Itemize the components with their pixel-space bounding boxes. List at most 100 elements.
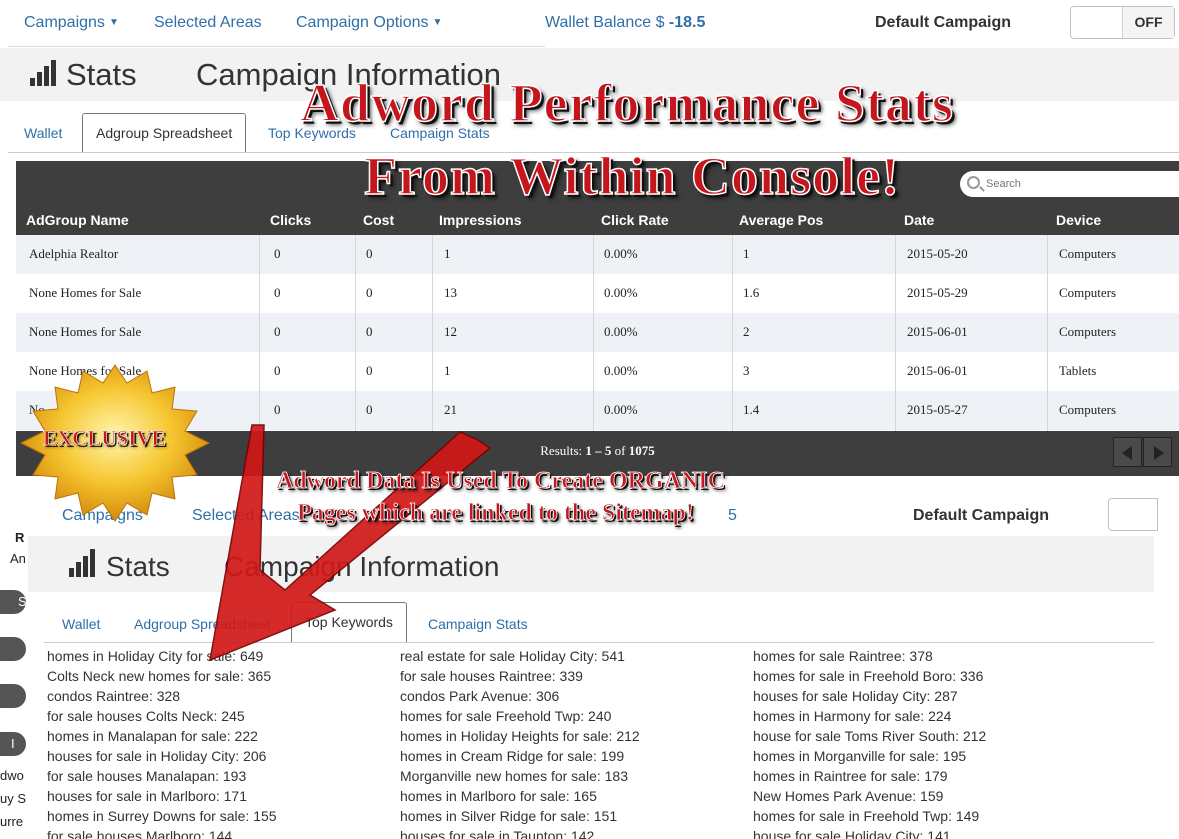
exclusive-badge-label: EXCLUSIVE bbox=[43, 426, 166, 451]
table-cell: 0 bbox=[274, 324, 281, 339]
table-cell: Tablets bbox=[1059, 363, 1097, 378]
table-row[interactable]: None Homes for Sale 0 0 13 0.00% 1.6 2015-05-2… bbox=[16, 274, 1179, 313]
table-cell: 1 bbox=[743, 246, 750, 261]
sidebar-button[interactable]: I bbox=[0, 732, 26, 756]
table-row[interactable]: Adelphia Realtor 0 0 1 0.00% 1 2015-05-20 Compu… bbox=[16, 235, 1179, 274]
campaign-toggle[interactable] bbox=[1108, 498, 1158, 531]
table-cell: 0 bbox=[274, 246, 281, 261]
table-cell: 0 bbox=[366, 246, 373, 261]
table-cell: Computers bbox=[1059, 324, 1117, 339]
keyword-item: homes in Morganville for sale: 195 bbox=[753, 748, 967, 764]
table-cell: 1 bbox=[444, 363, 451, 378]
sidebar-button[interactable] bbox=[0, 637, 26, 661]
table-cell: 1 bbox=[444, 246, 451, 261]
keyword-item: homes in Cream Ridge for sale: 199 bbox=[400, 748, 625, 764]
keyword-item: for sale houses Marlboro: 144 bbox=[47, 828, 233, 839]
column-divider bbox=[259, 235, 260, 431]
keyword-item: homes in Raintree for sale: 179 bbox=[753, 768, 948, 784]
prev-page-button[interactable] bbox=[1113, 437, 1142, 467]
table-cell: None Homes for Sale bbox=[29, 324, 142, 339]
keyword-item: homes in Marlboro for sale: 165 bbox=[400, 788, 597, 804]
keyword-item: homes for sale Freehold Twp: 240 bbox=[400, 708, 612, 724]
table-row[interactable]: None Homes for Sale 0 0 12 0.00% 2 2015-06-01 C… bbox=[16, 313, 1179, 352]
column-cost[interactable]: Cost bbox=[363, 212, 394, 228]
campaign-toggle[interactable]: OFF bbox=[1070, 6, 1175, 39]
table-cell: 2015-05-20 bbox=[907, 246, 968, 261]
stats-title: Stats bbox=[66, 57, 137, 92]
keyword-item: houses for sale in Holiday City: 206 bbox=[47, 748, 267, 764]
column-adgroup-name[interactable]: AdGroup Name bbox=[26, 212, 129, 228]
table-cell: 12 bbox=[444, 324, 457, 339]
column-divider bbox=[355, 235, 356, 431]
table-cell: 2 bbox=[743, 324, 750, 339]
column-date[interactable]: Date bbox=[904, 212, 934, 228]
wallet-balance-partial: 5 bbox=[728, 507, 737, 524]
keyword-item: homes in Harmony for sale: 224 bbox=[753, 708, 952, 724]
nav-selected-areas[interactable]: Selected Areas bbox=[154, 14, 262, 32]
search-box[interactable] bbox=[960, 171, 1179, 197]
table-cell: Computers bbox=[1059, 402, 1117, 417]
keyword-item: condos Raintree: 328 bbox=[47, 688, 181, 704]
keyword-item: houses for sale in Marlboro: 171 bbox=[47, 788, 247, 804]
table-cell: 1.4 bbox=[743, 402, 760, 417]
table-cell: 0 bbox=[366, 324, 373, 339]
table-cell: Computers bbox=[1059, 246, 1117, 261]
column-device[interactable]: Device bbox=[1056, 212, 1101, 228]
keyword-column-3: homes for sale Raintree: 378 homes for s… bbox=[753, 646, 1093, 839]
keyword-item: homes for sale in Freehold Twp: 149 bbox=[753, 808, 980, 824]
column-impressions[interactable]: Impressions bbox=[439, 212, 521, 228]
promo-headline-line-1: Adword Performance Stats bbox=[299, 72, 954, 134]
table-cell: 2015-06-01 bbox=[907, 363, 968, 378]
bar-chart-icon bbox=[69, 549, 97, 577]
tab-wallet[interactable]: Wallet bbox=[62, 616, 100, 632]
keyword-item: house for sale Holiday City: 141 bbox=[753, 828, 951, 839]
column-clicks[interactable]: Clicks bbox=[270, 212, 311, 228]
table-cell: 0 bbox=[366, 363, 373, 378]
table-cell: 2015-05-27 bbox=[907, 402, 968, 417]
table-cell: Computers bbox=[1059, 285, 1117, 300]
keyword-item: houses for sale Holiday City: 287 bbox=[753, 688, 958, 704]
column-average-pos[interactable]: Average Pos bbox=[739, 212, 823, 228]
table-header: AdGroup Name Clicks Cost Impressions Cli… bbox=[16, 207, 1179, 235]
table-cell: 2015-05-29 bbox=[907, 285, 968, 300]
table-cell: 3 bbox=[743, 363, 750, 378]
column-divider bbox=[1047, 235, 1048, 431]
table-cell: Adelphia Realtor bbox=[29, 246, 119, 261]
search-icon bbox=[967, 176, 980, 189]
table-cell: 21 bbox=[444, 402, 457, 417]
nav-divider bbox=[8, 46, 545, 47]
left-sidebar-fragment: R An S I dwo uy S urre bbox=[0, 490, 28, 839]
table-cell: 2015-06-01 bbox=[907, 324, 968, 339]
keyword-item: homes in Silver Ridge for sale: 151 bbox=[400, 808, 618, 824]
tab-wallet[interactable]: Wallet bbox=[24, 125, 62, 141]
table-cell: 0 bbox=[274, 363, 281, 378]
chevron-right-icon bbox=[1154, 446, 1164, 460]
promo-headline-line-2: From Within Console! bbox=[363, 145, 901, 207]
bar-chart-icon bbox=[30, 60, 58, 86]
nav-campaigns-dropdown[interactable]: Campaigns ▼ bbox=[24, 14, 119, 32]
keyword-item: houses for sale in Taunton: 142 bbox=[400, 828, 595, 839]
tab-adgroup-spreadsheet[interactable]: Adgroup Spreadsheet bbox=[82, 113, 247, 153]
default-campaign-label: Default Campaign bbox=[875, 14, 1012, 31]
column-click-rate[interactable]: Click Rate bbox=[601, 212, 669, 228]
keyword-item: for sale houses Colts Neck: 245 bbox=[47, 708, 245, 724]
top-navbar: Campaigns ▼ Selected Areas Campaign Optio… bbox=[0, 0, 1179, 48]
keyword-item: house for sale Toms River South: 212 bbox=[753, 728, 987, 744]
table-cell: 0.00% bbox=[604, 246, 638, 261]
keyword-item: homes in Surrey Downs for sale: 155 bbox=[47, 808, 277, 824]
table-cell: 0 bbox=[274, 285, 281, 300]
keyword-column-2: real estate for sale Holiday City: 541 f… bbox=[400, 646, 740, 839]
table-cell: 0.00% bbox=[604, 324, 638, 339]
keyword-column-1: homes in Holiday City for sale: 649 Colt… bbox=[47, 646, 387, 839]
wallet-balance: Wallet Balance $ -18.5 bbox=[545, 14, 706, 31]
nav-campaign-options-dropdown[interactable]: Campaign Options ▼ bbox=[296, 14, 442, 32]
sidebar-button[interactable] bbox=[0, 684, 26, 708]
next-page-button[interactable] bbox=[1143, 437, 1172, 467]
keyword-item: homes for sale in Freehold Boro: 336 bbox=[753, 668, 984, 684]
caret-down-icon: ▼ bbox=[432, 17, 443, 28]
sidebar-button[interactable]: S bbox=[0, 590, 27, 614]
search-input[interactable] bbox=[986, 175, 1171, 193]
chevron-left-icon bbox=[1122, 446, 1132, 460]
keyword-item: homes for sale Raintree: 378 bbox=[753, 648, 933, 664]
keyword-item: homes in Holiday Heights for sale: 212 bbox=[400, 728, 640, 744]
